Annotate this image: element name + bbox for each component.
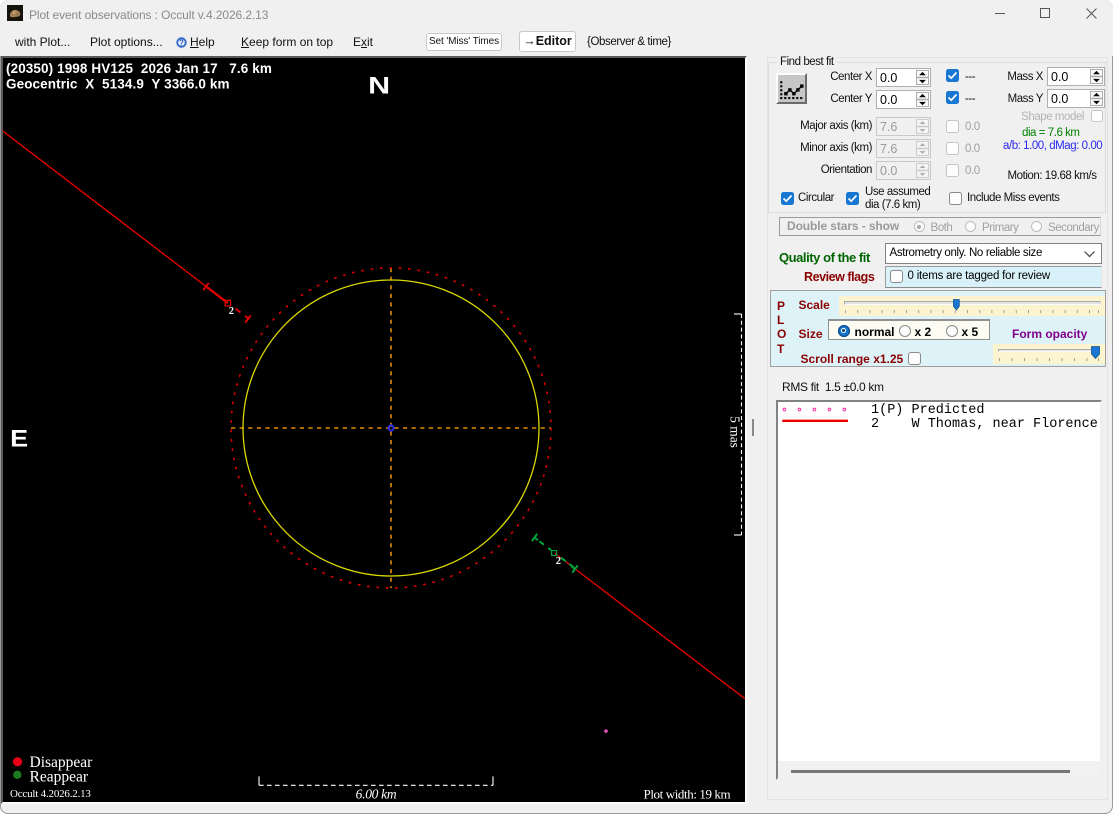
svg-text:?: ? [179,38,184,47]
svg-text:2: 2 [229,306,234,317]
svg-text:(20350) 1998 HV125 2026 Jan 1: (20350) 1998 HV125 2026 Jan 17 7.6 km [6,61,272,76]
svg-text:Occult 4.2026.2.13: Occult 4.2026.2.13 [10,788,91,800]
svg-text:Geocentric X 5134.9 Y 3366.: Geocentric X 5134.9 Y 3366.0 km [6,77,230,92]
svg-text:E: E [10,425,28,452]
svg-text:6.00 km: 6.00 km [356,787,397,802]
svg-text:Plot width: 19 km: Plot width: 19 km [644,787,731,802]
svg-text:N: N [368,72,390,99]
svg-text:2: 2 [556,556,561,567]
svg-text:5 mas: 5 mas [728,416,743,448]
svg-text:Reappear: Reappear [30,768,89,785]
